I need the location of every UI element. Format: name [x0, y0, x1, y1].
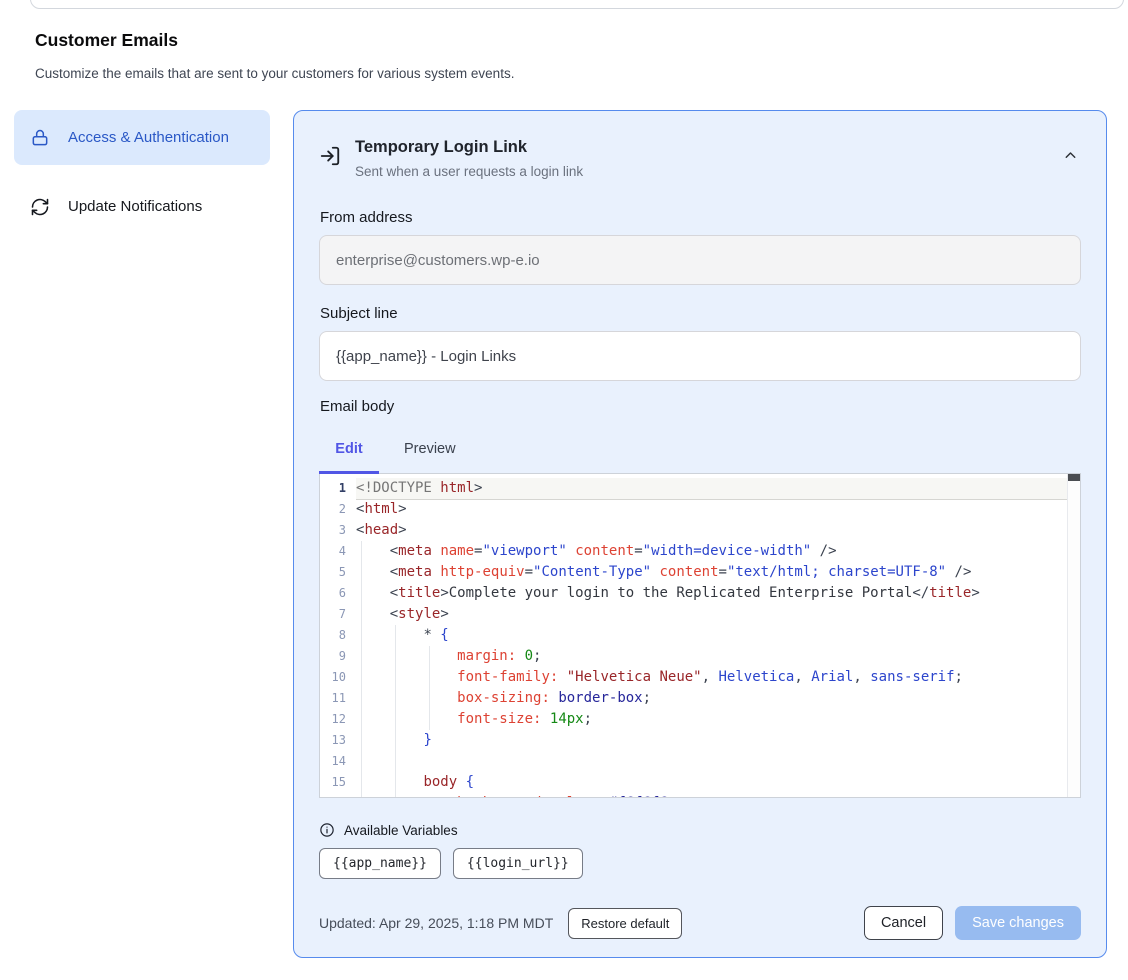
line-number: 1: [320, 478, 356, 499]
line-number: 7: [320, 604, 356, 625]
line-number: 15: [320, 772, 356, 793]
code-line: 12 font-size: 14px;: [320, 709, 1080, 730]
code-lines: 1<!DOCTYPE html>2<html>3<head>4 <meta na…: [320, 474, 1080, 798]
line-number: 13: [320, 730, 356, 751]
from-address-label: From address: [320, 209, 1081, 226]
tab-preview[interactable]: Preview: [404, 441, 456, 457]
line-number: 16: [320, 793, 356, 798]
code-line-text[interactable]: margin: 0;: [356, 646, 1080, 667]
panel-header-text: Temporary Login Link Sent when a user re…: [355, 137, 583, 179]
variable-chip-login-url[interactable]: {{login_url}}: [453, 848, 583, 879]
code-editor[interactable]: 1<!DOCTYPE html>2<html>3<head>4 <meta na…: [319, 473, 1081, 798]
available-variables-row: Available Variables: [319, 822, 1081, 838]
line-number: 8: [320, 625, 356, 646]
code-line: 8 * {: [320, 625, 1080, 646]
code-line: 5 <meta http-equiv="Content-Type" conten…: [320, 562, 1080, 583]
line-number: 6: [320, 583, 356, 604]
code-line: 10 font-family: "Helvetica Neue", Helvet…: [320, 667, 1080, 688]
subject-line-input[interactable]: [319, 331, 1081, 381]
indent-guide: [395, 625, 396, 797]
code-line-text[interactable]: font-family: "Helvetica Neue", Helvetica…: [356, 667, 1080, 688]
from-address-input[interactable]: [319, 235, 1081, 285]
code-line: 9 margin: 0;: [320, 646, 1080, 667]
line-number: 12: [320, 709, 356, 730]
tab-edit[interactable]: Edit: [319, 441, 379, 457]
code-line-text[interactable]: <style>: [356, 604, 1080, 625]
editor-scrollbar[interactable]: [1067, 474, 1080, 797]
editor-scrollbar-thumb[interactable]: [1068, 474, 1080, 481]
code-line-text[interactable]: [356, 751, 1080, 772]
line-number: 2: [320, 499, 356, 520]
code-line: 6 <title>Complete your login to the Repl…: [320, 583, 1080, 604]
code-line-text[interactable]: <meta http-equiv="Content-Type" content=…: [356, 562, 1080, 583]
variable-chip-app-name[interactable]: {{app_name}}: [319, 848, 441, 879]
panel-header: Temporary Login Link Sent when a user re…: [319, 137, 1081, 179]
sidebar-item-update-notifications[interactable]: Update Notifications: [14, 179, 270, 234]
temporary-login-link-panel: Temporary Login Link Sent when a user re…: [293, 110, 1107, 958]
line-number: 14: [320, 751, 356, 772]
sidebar-item-label: Update Notifications: [68, 195, 202, 218]
code-line: 16 background-color: #f6f6f6;: [320, 793, 1080, 798]
code-line: 11 box-sizing: border-box;: [320, 688, 1080, 709]
sidebar-item-label: Access & Authentication: [68, 126, 229, 149]
email-types-sidebar: Access & Authentication Update Notificat…: [14, 110, 270, 234]
page-title: Customer Emails: [35, 30, 178, 51]
line-number: 3: [320, 520, 356, 541]
save-changes-button[interactable]: Save changes: [955, 906, 1081, 940]
available-variables-label: Available Variables: [344, 823, 458, 838]
code-line-text[interactable]: body {: [356, 772, 1080, 793]
sidebar-item-access-authentication[interactable]: Access & Authentication: [14, 110, 270, 165]
indent-guide: [361, 541, 362, 797]
log-in-icon: [319, 145, 341, 179]
code-line: 4 <meta name="viewport" content="width=d…: [320, 541, 1080, 562]
code-line: 13 }: [320, 730, 1080, 751]
code-line-text[interactable]: <title>Complete your login to the Replic…: [356, 583, 1080, 604]
panel-subtitle: Sent when a user requests a login link: [355, 164, 583, 179]
code-line-text[interactable]: <!DOCTYPE html>: [356, 478, 1080, 499]
code-line-text[interactable]: box-sizing: border-box;: [356, 688, 1080, 709]
code-line: 2<html>: [320, 499, 1080, 520]
email-body-tabs: Edit Preview: [319, 425, 1081, 473]
code-line-text[interactable]: <head>: [356, 520, 1080, 541]
code-line-text[interactable]: font-size: 14px;: [356, 709, 1080, 730]
line-number: 5: [320, 562, 356, 583]
code-line-text[interactable]: * {: [356, 625, 1080, 646]
email-body-label: Email body: [320, 398, 1081, 415]
line-number: 9: [320, 646, 356, 667]
cancel-button[interactable]: Cancel: [864, 906, 943, 940]
variable-chips: {{app_name}} {{login_url}}: [319, 848, 1081, 879]
code-line: 3<head>: [320, 520, 1080, 541]
restore-default-button[interactable]: Restore default: [568, 908, 682, 939]
updated-timestamp: Updated: Apr 29, 2025, 1:18 PM MDT: [319, 915, 553, 931]
line-number: 4: [320, 541, 356, 562]
code-line: 14: [320, 751, 1080, 772]
lock-icon: [30, 128, 50, 148]
code-line-text[interactable]: }: [356, 730, 1080, 751]
code-line: 7 <style>: [320, 604, 1080, 625]
chevron-up-icon[interactable]: [1062, 147, 1079, 169]
code-line-text[interactable]: <meta name="viewport" content="width=dev…: [356, 541, 1080, 562]
subject-line-label: Subject line: [320, 305, 1081, 322]
code-line-text[interactable]: background-color: #f6f6f6;: [356, 793, 1080, 798]
line-number: 10: [320, 667, 356, 688]
code-line: 1<!DOCTYPE html>: [320, 478, 1080, 499]
active-tab-indicator: [319, 471, 379, 474]
code-line-text[interactable]: <html>: [356, 499, 1080, 520]
indent-guide: [429, 646, 430, 730]
info-icon: [319, 822, 335, 838]
line-number: 11: [320, 688, 356, 709]
panel-title: Temporary Login Link: [355, 137, 583, 158]
previous-card-bottom-edge: [30, 0, 1124, 9]
code-line: 15 body {: [320, 772, 1080, 793]
page-subtitle: Customize the emails that are sent to yo…: [35, 66, 514, 81]
refresh-icon: [30, 197, 50, 217]
panel-footer: Updated: Apr 29, 2025, 1:18 PM MDT Resto…: [319, 906, 1081, 940]
